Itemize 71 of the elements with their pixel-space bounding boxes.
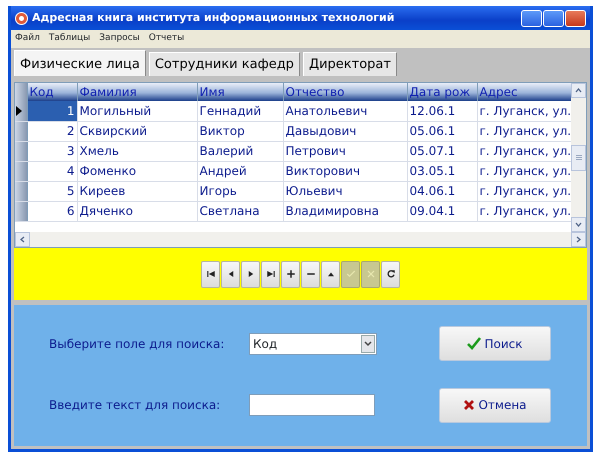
navigator-button[interactable]: [241, 260, 260, 288]
refresh-icon: [384, 268, 396, 280]
column-header[interactable]: Имя: [197, 83, 283, 101]
table-cell: Викторович: [283, 161, 407, 181]
column-header[interactable]: Дата рож: [407, 83, 477, 101]
vertical-scrollbar[interactable]: [571, 83, 586, 232]
table-cell: 12.06.1: [407, 101, 477, 121]
check-icon: [344, 268, 356, 280]
tab[interactable]: Сотрудники кафедр: [148, 52, 300, 76]
field-dropdown[interactable]: Код: [249, 332, 377, 355]
plus-icon: [284, 268, 296, 280]
menu-item[interactable]: Запросы: [99, 32, 140, 46]
table-cell: 03.05.1: [407, 161, 477, 181]
menu-item[interactable]: Файл: [15, 32, 40, 46]
horizontal-scrollbar[interactable]: [15, 232, 586, 247]
cross-icon: [364, 268, 376, 280]
table-cell: 1: [27, 101, 77, 121]
column-header[interactable]: Отчество: [283, 83, 407, 101]
column-header[interactable]: Фамилия: [77, 83, 197, 101]
table-cell: 09.04.1: [407, 201, 477, 221]
search-button[interactable]: Поиск: [439, 326, 551, 362]
search-field-label: Выберите поле для поиска:: [49, 336, 226, 353]
minimize-button[interactable]: [521, 10, 542, 26]
table-cell: Андрей: [197, 161, 283, 181]
table-cell: 2: [27, 121, 77, 141]
menu-item[interactable]: Таблицы: [48, 32, 90, 46]
table-cell: 4: [27, 161, 77, 181]
cross-icon: [463, 399, 476, 412]
app-icon: [15, 12, 28, 24]
navigator-button[interactable]: [281, 260, 300, 288]
table-cell: 6: [27, 201, 77, 221]
table-cell: 3: [27, 141, 77, 161]
column-header[interactable]: Адрес: [477, 83, 571, 101]
table-cell: Дяченко: [77, 201, 197, 221]
table-cell: Игорь: [197, 181, 283, 201]
table-cell: 04.06.1: [407, 181, 477, 201]
table-cell: Владимировна: [283, 201, 407, 221]
navigator-button[interactable]: [201, 260, 220, 288]
table-cell: Геннадий: [197, 101, 283, 121]
table-cell: Хмель: [77, 141, 197, 161]
navigator-button[interactable]: [221, 260, 240, 288]
column-header[interactable]: Код: [27, 83, 77, 101]
maximize-button[interactable]: [543, 10, 564, 26]
check-icon: [467, 337, 482, 350]
table-cell: 05.07.1: [407, 141, 477, 161]
last-record-icon: [264, 268, 276, 280]
search-text-label: Введите текст для поиска:: [49, 397, 222, 414]
table-cell: 05.06.1: [407, 121, 477, 141]
table-cell: Виктор: [197, 121, 283, 141]
navigator-button[interactable]: [261, 260, 280, 288]
table-cell: Валерий: [197, 141, 283, 161]
navigator-button[interactable]: [381, 260, 400, 288]
table-cell: Киреев: [77, 181, 197, 201]
close-button[interactable]: [565, 10, 586, 26]
first-record-icon: [204, 268, 216, 280]
menu-item[interactable]: Отчеты: [148, 32, 184, 46]
tab[interactable]: Физические лица: [14, 50, 146, 76]
table-cell: Давыдович: [283, 121, 407, 141]
table-cell: Могильный: [77, 101, 197, 121]
table-cell: Юльевич: [283, 181, 407, 201]
window-title: Адресная книга института информационных технологий: [32, 10, 394, 26]
table-cell: 5: [27, 181, 77, 201]
grip-icon: [576, 155, 582, 160]
table-cell: Сквирский: [77, 121, 197, 141]
tab[interactable]: Директорат: [302, 52, 397, 76]
table-cell: Светлана: [197, 201, 283, 221]
table-cell: Петрович: [283, 141, 407, 161]
table-cell: Фоменко: [77, 161, 197, 181]
table-cell: Анатольевич: [283, 101, 407, 121]
search-text-field[interactable]: [249, 394, 375, 416]
cancel-button[interactable]: Отмена: [439, 388, 551, 423]
